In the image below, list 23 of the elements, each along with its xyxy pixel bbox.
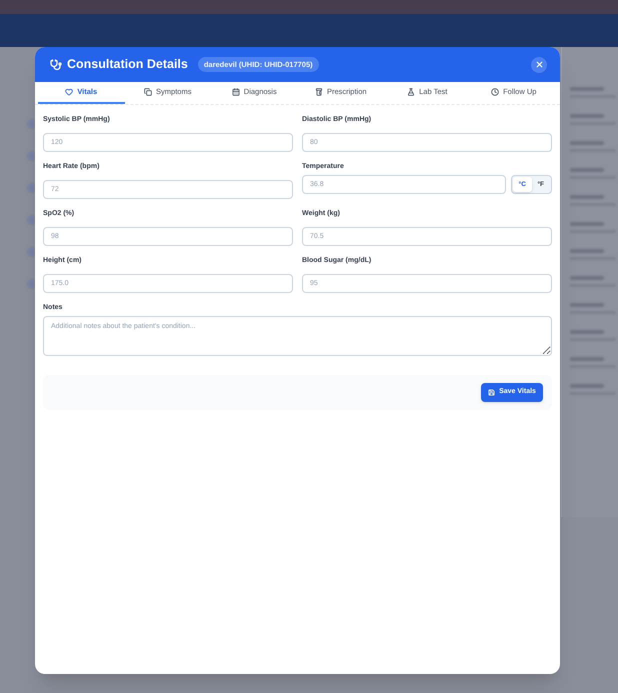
close-icon [534,60,544,69]
blurred-row-drawing [570,384,618,395]
blurred-row-drawing [570,114,618,125]
blurred-row-drawing [570,249,618,260]
blurred-row-drawing [570,87,618,98]
blurred-row-drawing [570,330,618,341]
stethoscope-icon [50,58,62,70]
blurred-row-drawing [570,141,618,152]
floppy-disk-icon [488,389,496,396]
blurred-row-drawing [570,303,618,314]
blurred-row-drawing [570,357,618,368]
flask-icon [407,88,416,96]
clock-icon [491,88,500,96]
calendar-icon [232,88,240,96]
close-button[interactable] [531,56,547,72]
blurred-row-drawing [570,222,618,233]
copy-icon [144,88,152,96]
modal-title: Consultation Details [67,56,188,74]
pill-bottle-icon [314,88,323,96]
blurred-row-drawing [570,195,618,206]
heart-icon [65,88,74,96]
blurred-row-drawing [570,168,618,179]
blurred-row-drawing [570,276,618,287]
